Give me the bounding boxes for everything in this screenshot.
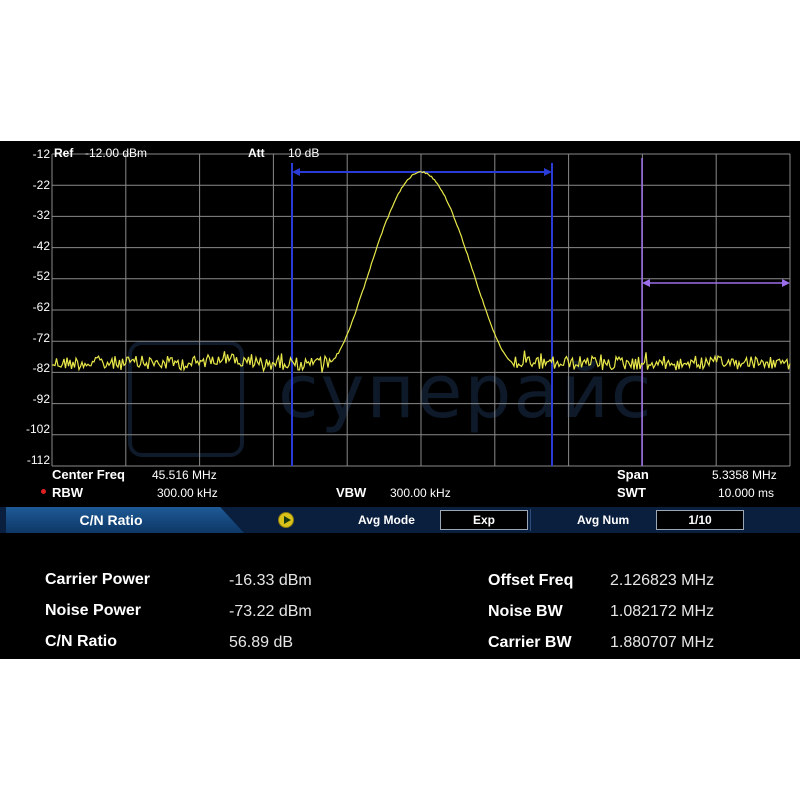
y-axis-label: -112	[26, 453, 50, 467]
y-axis-label: -62	[32, 300, 50, 314]
vbw-value: 300.00 kHz	[390, 486, 451, 500]
y-axis-label: -82	[32, 361, 50, 376]
plot-grid	[51, 153, 791, 467]
center-freq-label: Center Freq	[52, 467, 125, 482]
rbw-label: RBW	[52, 485, 84, 500]
y-axis-label: -22	[32, 177, 50, 192]
play-icon[interactable]	[278, 512, 294, 528]
avg-mode-field[interactable]: Exp	[440, 510, 528, 530]
cn-ratio-value: 56.89 dB	[229, 634, 294, 651]
analyzer-screen: суперайс Ref -12.00 dBm Att 10 dB -12 -22…	[0, 141, 800, 659]
noise-bw-value: 1.082172 MHz	[610, 603, 715, 620]
carrier-bw-value: 1.880707 MHz	[610, 634, 715, 651]
center-freq-value: 45.516 MHz	[152, 468, 217, 482]
avg-num-field[interactable]: 1/10	[656, 510, 744, 530]
ref-value: -12.00 dBm	[85, 146, 148, 160]
offset-freq-value: 2.126823 MHz	[610, 572, 715, 589]
avg-mode-label: Avg Mode	[358, 513, 415, 527]
swt-value: 10.000 ms	[718, 486, 775, 500]
carrier-power-value: -16.33 dBm	[229, 572, 312, 589]
swt-label: SWT	[617, 485, 646, 500]
spectrum-plot	[51, 153, 791, 467]
y-axis-label: -92	[32, 391, 50, 406]
y-axis-label: -72	[32, 330, 50, 345]
function-bar: C/N Ratio Avg Mode Exp Avg Num 1/10	[0, 507, 800, 533]
cn-ratio-label: C/N Ratio	[45, 633, 117, 650]
y-axis-label: -102	[25, 422, 50, 437]
att-label: Att	[248, 146, 265, 160]
function-bar-divider	[530, 509, 531, 531]
carrier-bw-label: Carrier BW	[488, 634, 572, 651]
vbw-label: VBW	[336, 485, 367, 500]
y-axis-label: -52	[32, 269, 50, 284]
noise-bw-label: Noise BW	[488, 603, 563, 620]
carrier-bw-arrow-left	[292, 168, 300, 176]
span-label: Span	[617, 467, 649, 482]
att-value: 10 dB	[288, 146, 320, 160]
tab-cn-ratio[interactable]: C/N Ratio	[6, 507, 244, 533]
ref-label: Ref	[54, 146, 74, 160]
avg-num-label: Avg Num	[577, 513, 630, 527]
span-value: 5.3358 MHz	[712, 468, 777, 482]
y-axis-label: -42	[32, 238, 50, 253]
y-axis-label: -12	[32, 147, 50, 161]
noise-power-label: Noise Power	[45, 602, 142, 619]
y-axis-label: -32	[32, 208, 50, 223]
rbw-indicator-icon	[41, 489, 46, 494]
carrier-bw-arrow-right	[544, 168, 552, 176]
rbw-value: 300.00 kHz	[157, 486, 218, 500]
carrier-power-label: Carrier Power	[45, 571, 150, 588]
noise-bw-arrow-right	[782, 279, 790, 287]
noise-power-value: -73.22 dBm	[229, 603, 312, 620]
offset-freq-label: Offset Freq	[488, 572, 574, 589]
measurement-markers	[291, 158, 790, 466]
tab-cn-ratio-label: C/N Ratio	[79, 512, 143, 528]
noise-bw-arrow-left	[642, 279, 650, 287]
